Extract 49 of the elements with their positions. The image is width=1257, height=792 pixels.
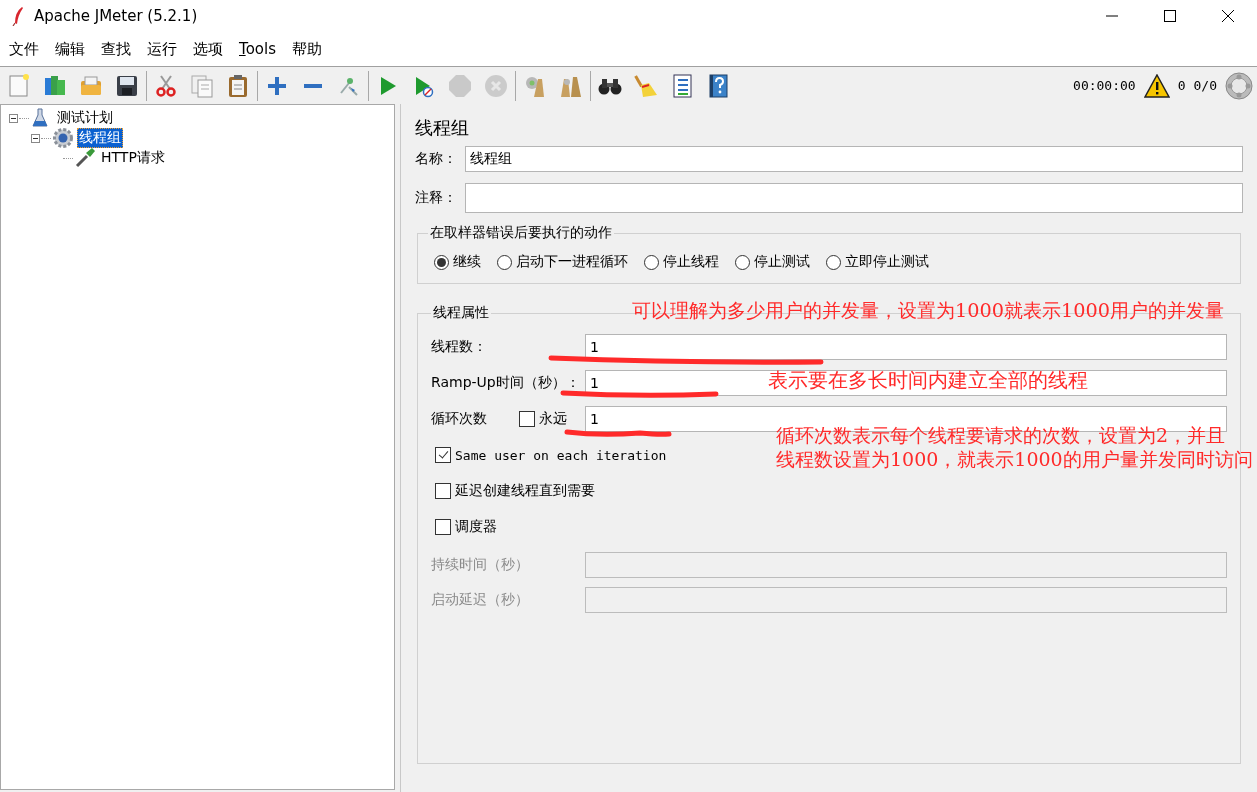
checkbox-option[interactable]: 永远 <box>519 410 585 428</box>
annotation-text: 线程数设置为1000，就表示1000的用户量并发同时访问 <box>776 447 1253 471</box>
pipette-icon <box>75 148 95 168</box>
field-label: 名称： <box>415 150 457 168</box>
field-label: Ramp-Up时间（秒）： <box>431 374 581 392</box>
flask-icon <box>31 108 51 128</box>
group-title: 在取样器错误后要执行的动作 <box>429 224 613 242</box>
radio-option[interactable]: 停止线程 <box>644 253 719 271</box>
maximize-icon[interactable] <box>1164 10 1176 22</box>
warning-count: 0 <box>1177 78 1186 93</box>
tree-item[interactable]: HTTP请求 <box>99 148 167 168</box>
field-label: 注释： <box>415 189 457 207</box>
group-title: 线程属性 <box>432 304 490 322</box>
checkbox-option[interactable]: 延迟创建线程直到需要 <box>435 482 595 500</box>
status-icon <box>1225 71 1253 100</box>
window-title: Apache JMeter (5.2.1) <box>34 7 198 25</box>
collapse-icon[interactable] <box>31 133 40 143</box>
text-field[interactable] <box>465 183 1243 213</box>
thread-count: 0/0 <box>1193 78 1217 93</box>
field-label: 循环次数 <box>431 410 488 428</box>
menu-item[interactable]: 编辑 <box>47 39 93 59</box>
field-label: 线程数： <box>431 338 488 356</box>
menu-item[interactable]: 选项 <box>185 39 231 59</box>
close-icon[interactable] <box>1222 10 1234 22</box>
menu-item[interactable]: 帮助 <box>283 39 330 59</box>
checkbox-option[interactable]: 调度器 <box>435 518 497 536</box>
text-field[interactable]: 1 <box>585 334 1227 360</box>
radio-option[interactable]: 继续 <box>434 253 481 271</box>
panel-title: 线程组 <box>415 116 469 140</box>
annotation-text: 可以理解为多少用户的并发量，设置为1000就表示1000用户的并发量 <box>632 299 1225 323</box>
menu-item[interactable]: 文件 <box>1 39 47 59</box>
radio-option[interactable]: 停止测试 <box>735 253 810 271</box>
warning-icon[interactable] <box>1143 73 1170 98</box>
feather-icon <box>12 6 24 26</box>
field-label: 启动延迟（秒） <box>431 591 530 609</box>
gear-icon <box>53 128 73 148</box>
text-field[interactable]: 线程组 <box>465 146 1243 172</box>
menu-item[interactable]: 运行 <box>139 39 185 59</box>
menu-item[interactable]: Tools <box>231 40 284 58</box>
menu-item[interactable]: 查找 <box>93 39 139 59</box>
collapse-icon[interactable] <box>9 113 18 123</box>
radio-option[interactable]: 立即停止测试 <box>826 253 929 271</box>
annotation-text: 表示要在多长时间内建立全部的线程 <box>768 368 1088 392</box>
elapsed-time: 00:00:00 <box>1073 78 1136 93</box>
radio-option[interactable]: 启动下一进程循环 <box>497 253 628 271</box>
tree-item[interactable]: 线程组 <box>77 128 123 148</box>
checkbox-option[interactable]: Same user on each iteration <box>435 447 667 463</box>
tree-item[interactable]: 测试计划 <box>55 108 115 128</box>
field-label: 持续时间（秒） <box>431 556 530 574</box>
